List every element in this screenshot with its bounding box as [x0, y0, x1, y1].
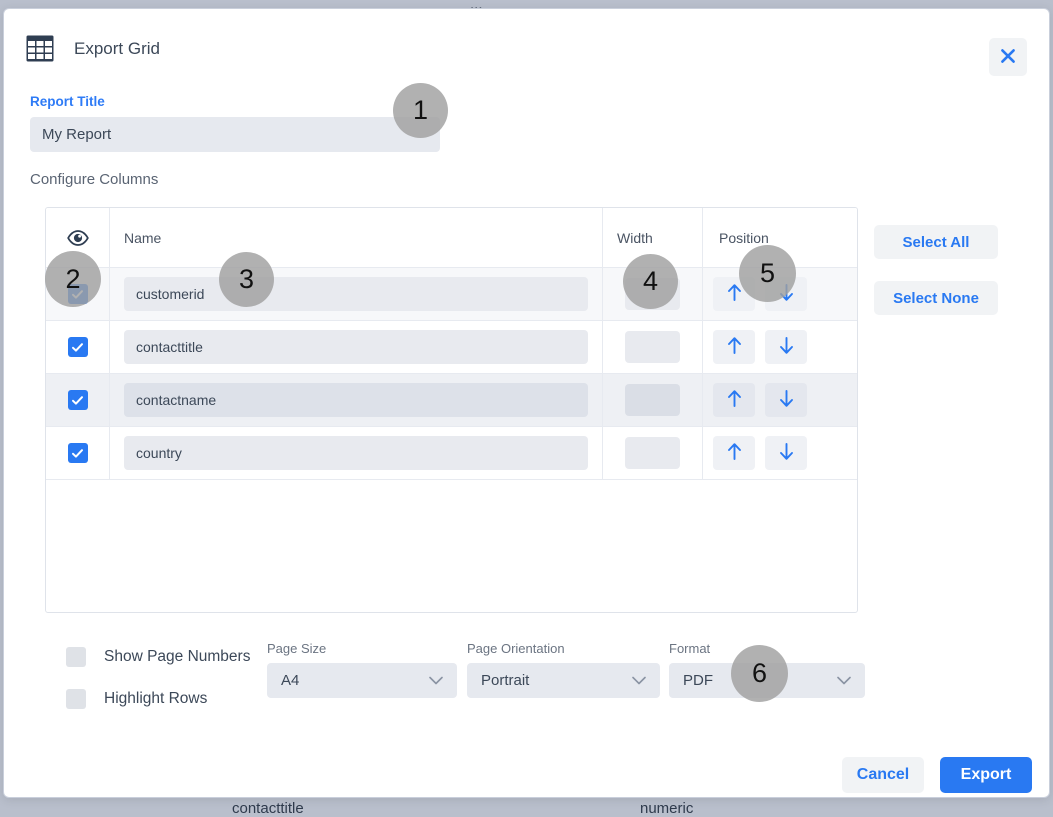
- page-size-value: A4: [281, 672, 299, 689]
- row-visibility-cell: [46, 321, 109, 373]
- column-width-input[interactable]: [625, 437, 680, 469]
- table-row[interactable]: [46, 321, 857, 374]
- eye-icon: [67, 230, 89, 246]
- table-row[interactable]: [46, 427, 857, 480]
- column-name-input[interactable]: [124, 383, 588, 417]
- row-visibility-checkbox[interactable]: [68, 390, 88, 410]
- highlight-rows-checkbox[interactable]: [66, 689, 86, 709]
- table-header-row: Name Width Position: [46, 208, 857, 268]
- move-up-button[interactable]: [713, 330, 755, 364]
- page-size-field: Page Size A4: [267, 641, 457, 698]
- show-page-numbers-checkbox[interactable]: [66, 647, 86, 667]
- page-size-label: Page Size: [267, 641, 457, 656]
- column-header-visibility: [46, 208, 109, 267]
- close-x-icon: [1000, 48, 1016, 67]
- page-title: Export Grid: [74, 39, 160, 59]
- row-visibility-checkbox[interactable]: [68, 443, 88, 463]
- column-header-width: Width: [602, 208, 702, 267]
- page-orientation-select[interactable]: Portrait: [467, 663, 660, 698]
- format-label: Format: [669, 641, 865, 656]
- column-name-input[interactable]: [124, 330, 588, 364]
- select-none-button[interactable]: Select None: [874, 281, 998, 315]
- format-select[interactable]: PDF: [669, 663, 865, 698]
- column-header-name: Name: [109, 208, 602, 267]
- show-page-numbers-label: Show Page Numbers: [104, 648, 250, 666]
- columns-table: Name Width Position: [45, 207, 858, 613]
- page-size-select[interactable]: A4: [267, 663, 457, 698]
- arrow-down-icon: [778, 283, 795, 305]
- row-width-cell: [602, 321, 702, 373]
- export-grid-dialog: Export Grid Report Title Configure Colum…: [3, 8, 1050, 798]
- column-header-position: Position: [702, 208, 857, 267]
- export-button[interactable]: Export: [940, 757, 1032, 793]
- select-all-button[interactable]: Select All: [874, 225, 998, 259]
- column-width-input[interactable]: [625, 384, 680, 416]
- row-visibility-checkbox[interactable]: [68, 337, 88, 357]
- row-visibility-cell: [46, 427, 109, 479]
- arrow-up-icon: [726, 336, 743, 358]
- highlight-rows-label: Highlight Rows: [104, 690, 207, 708]
- row-visibility-cell: [46, 374, 109, 426]
- row-position-cell: [702, 321, 857, 373]
- row-width-cell: [602, 374, 702, 426]
- move-up-button[interactable]: [713, 436, 755, 470]
- move-down-button[interactable]: [765, 330, 807, 364]
- dialog-header: Export Grid: [26, 35, 160, 62]
- row-position-cell: [702, 427, 857, 479]
- background-bottom-right-text: numeric: [640, 800, 693, 817]
- highlight-rows-option[interactable]: Highlight Rows: [66, 689, 207, 709]
- row-position-cell: [702, 268, 857, 320]
- page-orientation-label: Page Orientation: [467, 641, 660, 656]
- configure-columns-label: Configure Columns: [30, 171, 158, 188]
- row-name-cell: [109, 321, 602, 373]
- move-down-button[interactable]: [765, 436, 807, 470]
- move-up-button[interactable]: [713, 383, 755, 417]
- chevron-down-icon: [837, 676, 851, 685]
- table-row[interactable]: [46, 268, 857, 321]
- arrow-down-icon: [778, 389, 795, 411]
- show-page-numbers-option[interactable]: Show Page Numbers: [66, 647, 250, 667]
- table-row[interactable]: [46, 374, 857, 427]
- row-position-cell: [702, 374, 857, 426]
- report-title-input[interactable]: [30, 117, 440, 152]
- page-orientation-field: Page Orientation Portrait: [467, 641, 660, 698]
- arrow-up-icon: [726, 442, 743, 464]
- arrow-up-icon: [726, 389, 743, 411]
- background-bottom-left-text: contacttitle: [232, 800, 304, 817]
- row-name-cell: [109, 268, 602, 320]
- format-field: Format PDF: [669, 641, 865, 698]
- cancel-button[interactable]: Cancel: [842, 757, 924, 793]
- row-width-cell: [602, 268, 702, 320]
- report-title-label: Report Title: [30, 94, 105, 109]
- column-name-input[interactable]: [124, 436, 588, 470]
- arrow-up-icon: [726, 283, 743, 305]
- arrow-down-icon: [778, 442, 795, 464]
- row-visibility-cell: [46, 268, 109, 320]
- row-visibility-checkbox[interactable]: [68, 284, 88, 304]
- row-name-cell: [109, 374, 602, 426]
- row-name-cell: [109, 427, 602, 479]
- column-width-input[interactable]: [625, 331, 680, 363]
- move-up-button[interactable]: [713, 277, 755, 311]
- move-down-button[interactable]: [765, 277, 807, 311]
- format-value: PDF: [683, 672, 713, 689]
- column-name-input[interactable]: [124, 277, 588, 311]
- close-button[interactable]: [989, 38, 1027, 76]
- grid-table-icon: [26, 35, 54, 62]
- page-orientation-value: Portrait: [481, 672, 529, 689]
- chevron-down-icon: [429, 676, 443, 685]
- chevron-down-icon: [632, 676, 646, 685]
- move-down-button[interactable]: [765, 383, 807, 417]
- arrow-down-icon: [778, 336, 795, 358]
- column-width-input[interactable]: [625, 278, 680, 310]
- row-width-cell: [602, 427, 702, 479]
